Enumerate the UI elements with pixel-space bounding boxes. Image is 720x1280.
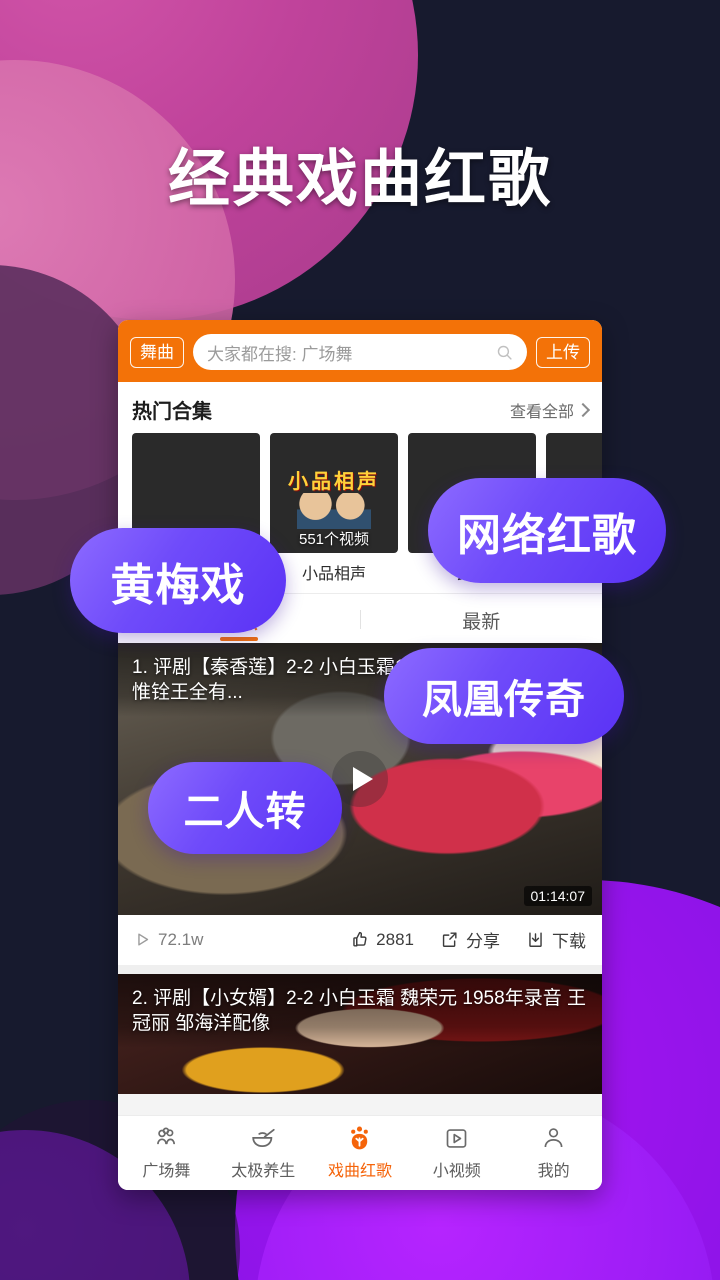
collection-art-title: 小品相声 (288, 471, 380, 493)
search-icon (497, 345, 512, 360)
nav-item-short-video[interactable]: 小视频 (408, 1123, 505, 1181)
app-screenshot-card: 舞曲 大家都在搜: 广场舞 上传 热门合集 查看全部 小品相声 551个视频 小… (118, 320, 602, 1190)
collection-thumbnail: 小品相声 551个视频 (270, 433, 398, 553)
nav-label: 戏曲红歌 (327, 1163, 392, 1180)
tab-newest[interactable]: 最新 (361, 596, 603, 643)
video-title: 2. 评剧【小女婿】2-2 小白玉霜 魏荣元 1958年录音 王冠丽 邹海洋配像 (118, 974, 602, 1049)
view-all-label: 查看全部 (509, 403, 574, 421)
nav-label: 小视频 (432, 1163, 481, 1180)
video-play-box-icon (443, 1123, 470, 1153)
nav-item-opera-songs[interactable]: 戏曲红歌 (312, 1123, 409, 1181)
bottom-navigation[interactable]: 广场舞 太极养生 戏曲红歌 小视频 我的 (118, 1115, 602, 1190)
share-arrow-icon (442, 932, 457, 947)
collection-name: 小品相声 (301, 566, 366, 583)
collection-art-figures (297, 493, 371, 529)
play-triangle-icon (352, 767, 373, 791)
hot-collections-title: 热门合集 (132, 401, 212, 423)
app-search-header: 舞曲 大家都在搜: 广场舞 上传 (118, 320, 602, 382)
keyword-bubble-errenzhuan[interactable]: 二人转 (148, 762, 342, 854)
collection-item[interactable]: 小品相声 551个视频 小品相声 (270, 433, 398, 584)
collection-count: 551个视频 (298, 531, 370, 548)
like-button[interactable]: 2881 (350, 930, 414, 950)
sprout-badge-icon (345, 1123, 374, 1153)
share-button[interactable]: 分享 (440, 927, 500, 952)
keyword-bubble-huangmeixi[interactable]: 黄梅戏 (70, 528, 286, 633)
nav-item-taichi-health[interactable]: 太极养生 (215, 1123, 312, 1181)
play-triangle-icon (138, 933, 149, 946)
nav-label: 太极养生 (231, 1163, 296, 1180)
list-divider (118, 965, 602, 974)
bowl-spoon-icon (249, 1123, 278, 1153)
page-title: 经典戏曲红歌 (167, 142, 552, 215)
chevron-right-icon (575, 402, 591, 417)
play-count: 72.1w (134, 930, 203, 950)
video-stats-bar: 72.1w 2881 分享 下载 (118, 915, 602, 965)
like-count-value: 2881 (376, 929, 414, 949)
download-label: 下载 (552, 932, 586, 951)
search-placeholder: 大家都在搜: 广场舞 (207, 344, 353, 364)
nav-label: 广场舞 (142, 1163, 191, 1180)
video-card[interactable]: 2. 评剧【小女婿】2-2 小白玉霜 魏荣元 1958年录音 王冠丽 邹海洋配像 (118, 974, 602, 1094)
play-count-value: 72.1w (158, 929, 204, 949)
nav-label: 我的 (537, 1163, 570, 1180)
nav-item-square-dance[interactable]: 广场舞 (118, 1123, 215, 1181)
video-duration: 01:14:07 (523, 886, 592, 906)
video-thumbnail[interactable]: 2. 评剧【小女婿】2-2 小白玉霜 魏荣元 1958年录音 王冠丽 邹海洋配像 (118, 974, 602, 1094)
share-label: 分享 (466, 932, 500, 951)
keyword-bubble-wangluohongge[interactable]: 网络红歌 (428, 478, 666, 583)
user-profile-icon (540, 1123, 567, 1153)
download-button[interactable]: 下载 (526, 927, 586, 952)
hot-collections-header: 热门合集 查看全部 (118, 382, 602, 433)
upload-button[interactable]: 上传 (536, 336, 590, 368)
nav-item-profile[interactable]: 我的 (505, 1123, 602, 1181)
category-chip-button[interactable]: 舞曲 (130, 336, 184, 368)
view-all-button[interactable]: 查看全部 (509, 398, 591, 422)
keyword-bubble-fenghuangchuanqi[interactable]: 凤凰传奇 (384, 648, 624, 744)
download-icon (529, 932, 542, 947)
search-input[interactable]: 大家都在搜: 广场舞 (193, 334, 527, 370)
people-group-icon (153, 1123, 180, 1153)
sprout-badge-icon-svg (351, 1126, 369, 1149)
thumbs-up-icon (353, 931, 367, 947)
